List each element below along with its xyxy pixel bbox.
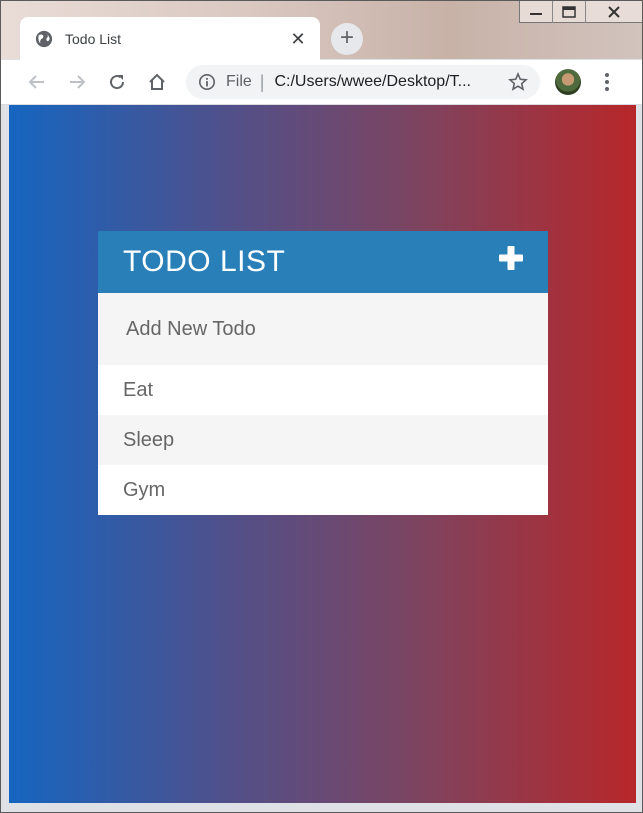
minimize-icon (530, 13, 542, 15)
home-icon (149, 73, 165, 90)
profile-avatar[interactable] (555, 69, 581, 95)
arrow-right-icon (70, 75, 86, 89)
new-tab-button[interactable]: + (331, 23, 363, 55)
tab-title: Todo List (65, 30, 122, 47)
tab-strip: Todo List ✕ + (1, 1, 642, 60)
browser-window: Todo List ✕ + File | C:/Users/wwee/Deskt… (0, 0, 643, 813)
page-title: TODO LIST (123, 245, 286, 278)
close-window-button[interactable] (586, 1, 642, 23)
info-icon[interactable] (198, 73, 216, 91)
window-controls (519, 1, 642, 23)
address-scheme: File (226, 73, 252, 90)
arrow-left-icon (28, 75, 44, 89)
star-icon[interactable] (508, 72, 528, 92)
close-icon (608, 6, 620, 18)
maximize-icon (562, 6, 576, 18)
maximize-button[interactable] (553, 1, 586, 23)
new-todo-row (98, 293, 548, 365)
todo-list: Eat Sleep Gym (98, 365, 548, 515)
address-url[interactable]: C:/Users/wwee/Desktop/T... (274, 73, 494, 91)
new-todo-input[interactable] (114, 309, 524, 349)
reload-icon (110, 75, 125, 90)
todo-item-gym[interactable]: Gym (98, 465, 548, 515)
address-bar[interactable]: File | C:/Users/wwee/Desktop/T... (186, 65, 540, 99)
tab-close-icon[interactable]: ✕ (288, 29, 308, 49)
todo-item-eat[interactable]: Eat (98, 365, 548, 415)
forward-button[interactable] (63, 68, 91, 96)
browser-toolbar: File | C:/Users/wwee/Desktop/T... (1, 60, 642, 105)
address-separator: | (259, 71, 265, 92)
back-button[interactable] (23, 68, 51, 96)
kebab-menu-icon[interactable] (597, 70, 617, 94)
todo-card: TODO LIST Eat Sleep Gym (98, 231, 548, 515)
globe-icon (35, 30, 53, 47)
todo-header: TODO LIST (98, 231, 548, 293)
minimize-button[interactable] (520, 1, 553, 23)
plus-icon[interactable] (498, 245, 524, 271)
browser-tab[interactable]: Todo List ✕ (20, 17, 320, 60)
page-viewport: TODO LIST Eat Sleep Gym (9, 105, 636, 803)
home-button[interactable] (143, 68, 171, 96)
todo-item-sleep[interactable]: Sleep (98, 415, 548, 465)
reload-button[interactable] (103, 68, 131, 96)
